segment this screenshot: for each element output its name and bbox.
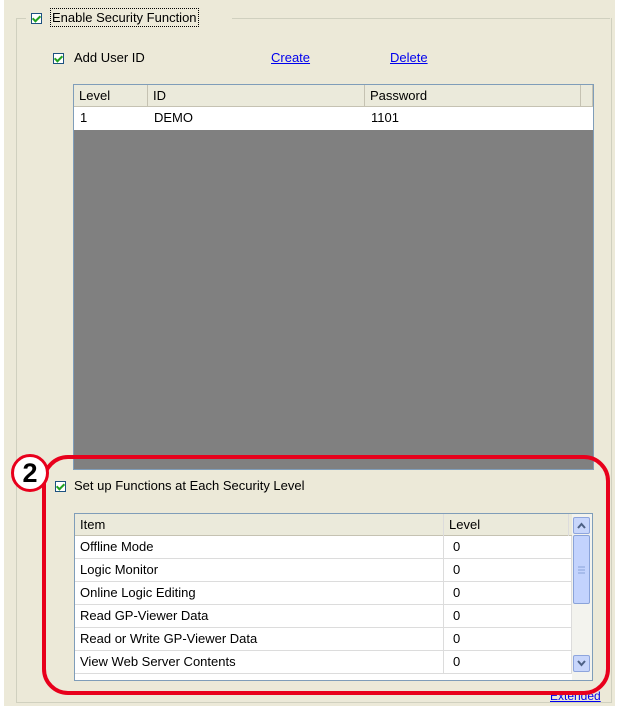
delete-link[interactable]: Delete: [390, 50, 428, 65]
cell-id: DEMO: [154, 110, 193, 125]
table-row[interactable]: 1 DEMO 1101: [74, 107, 593, 130]
column-header-filler: [581, 85, 593, 107]
create-link[interactable]: Create: [271, 50, 310, 65]
add-user-id-label[interactable]: Add User ID: [74, 50, 145, 65]
cell-level: 1: [80, 110, 88, 125]
security-settings-panel: Enable Security Function Add User ID Cre…: [4, 0, 615, 706]
column-header-id[interactable]: ID: [148, 85, 365, 107]
user-id-list[interactable]: Level ID Password 1 DEMO 1101: [73, 84, 594, 470]
enable-security-checkbox[interactable]: [31, 13, 42, 24]
column-header-level[interactable]: Level: [74, 85, 148, 107]
callout-marker: 2: [11, 454, 49, 492]
group-top-border-left: [16, 18, 26, 19]
column-header-password[interactable]: Password: [365, 85, 581, 107]
highlight-frame: [42, 455, 610, 695]
cell-password: 1101: [371, 110, 399, 125]
enable-security-label[interactable]: Enable Security Function: [50, 8, 199, 27]
group-top-border: [232, 18, 610, 19]
add-user-id-checkbox[interactable]: [53, 53, 64, 64]
